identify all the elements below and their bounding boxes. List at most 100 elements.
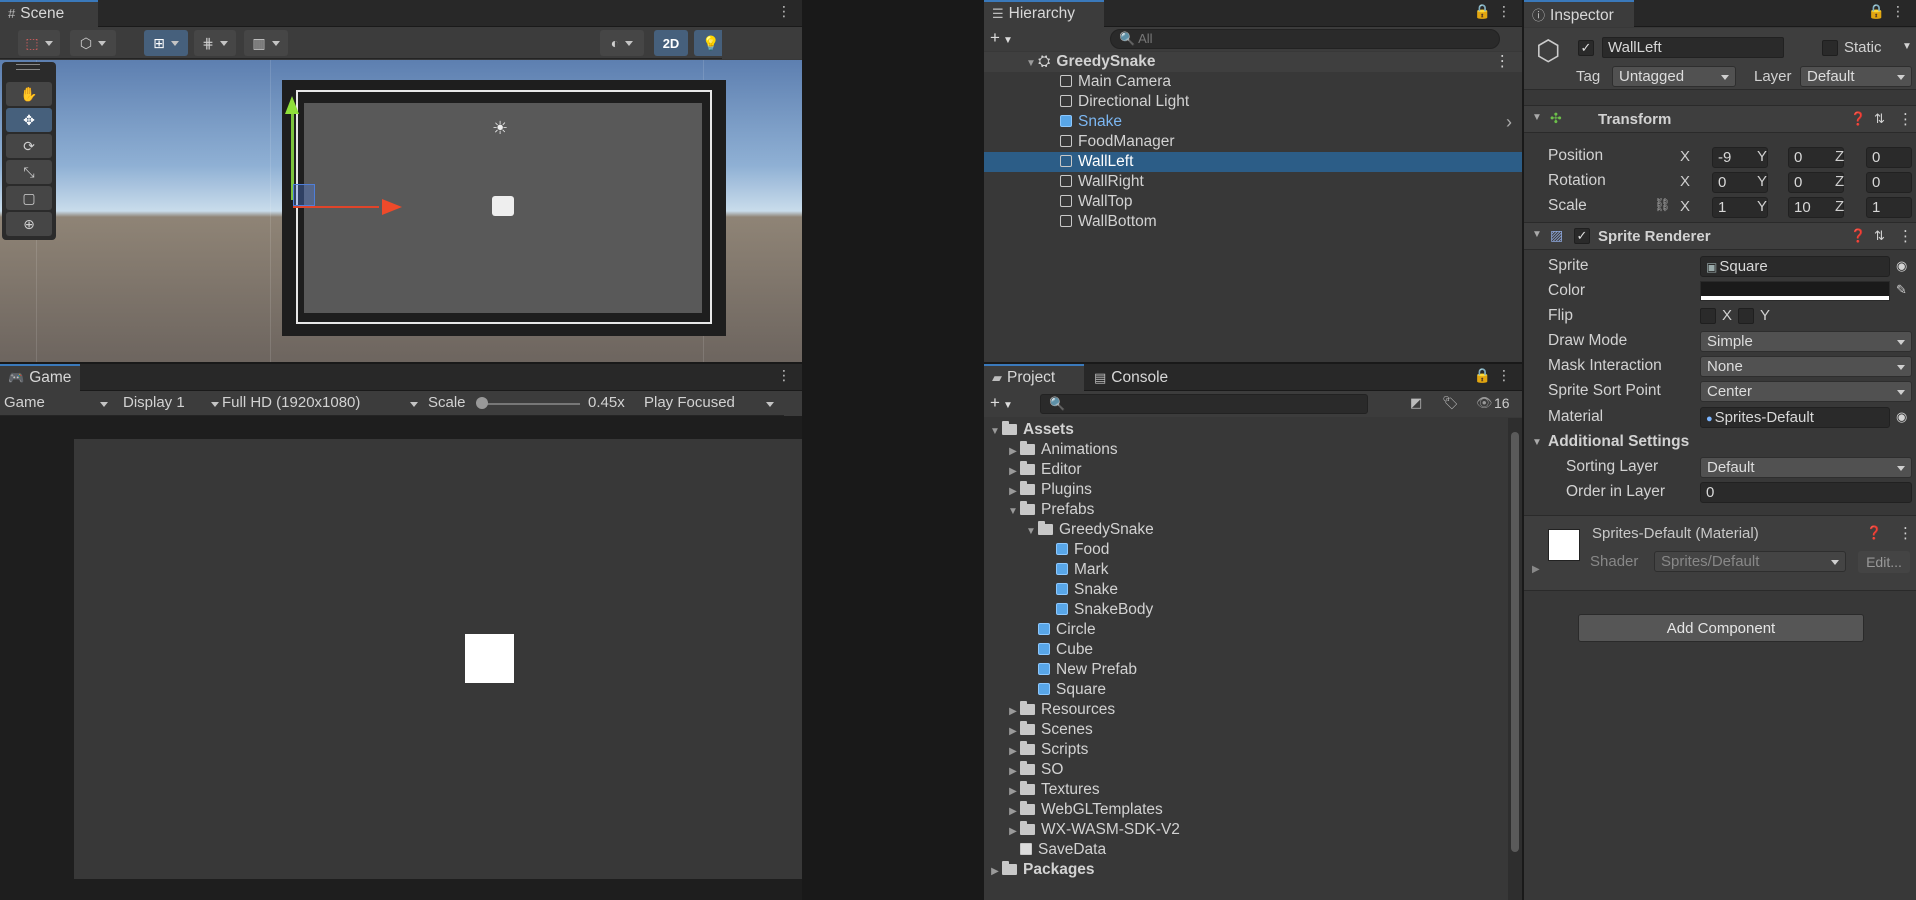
more-menu-icon[interactable]: ⋮ — [1898, 524, 1913, 542]
tab-hierarchy[interactable]: ☰ Hierarchy — [984, 0, 1104, 27]
lock-icon[interactable]: 🔒 — [1868, 3, 1886, 20]
more-menu-icon[interactable]: ⋮ — [1497, 367, 1512, 384]
position-x-axis-label[interactable]: X — [1680, 148, 1690, 165]
edit-shader-button[interactable]: Edit... — [1858, 551, 1910, 573]
create-add-button[interactable]: + ▼ — [990, 28, 1013, 48]
shader-dropdown[interactable]: Sprites/Default — [1654, 551, 1846, 572]
eyedropper-icon[interactable]: ✎ — [1896, 282, 1907, 298]
rotation-z-field[interactable]: 0 — [1866, 172, 1912, 193]
project-item[interactable]: ▶ Editor — [984, 460, 1508, 480]
hierarchy-item[interactable]: FoodManager — [984, 132, 1522, 152]
help-icon[interactable]: ❓ — [1850, 111, 1866, 127]
more-menu-icon[interactable]: ⋮ — [1898, 227, 1913, 245]
hierarchy-search-input[interactable]: 🔍 All — [1110, 29, 1500, 49]
project-item[interactable]: ▼ GreedySnake — [984, 520, 1508, 540]
foldout-arrow-icon[interactable]: ▼ — [1532, 229, 1542, 240]
rotation-y-axis-label[interactable]: Y — [1757, 173, 1767, 190]
foldout-arrow-icon[interactable]: ▼ — [1532, 112, 1542, 123]
project-root-assets[interactable]: ▼ Assets — [984, 420, 1508, 440]
scene-viewport[interactable]: ☀ — [0, 60, 802, 362]
scale-x-axis-label[interactable]: X — [1680, 198, 1690, 215]
grid-snap-button[interactable]: ⊞ — [144, 30, 188, 56]
project-item[interactable]: ▶ Plugins — [984, 480, 1508, 500]
position-z-field[interactable]: 0 — [1866, 147, 1912, 168]
material-object-field[interactable]: ● Sprites-Default — [1700, 407, 1890, 428]
expand-arrow-icon[interactable]: ▶ — [1006, 722, 1020, 742]
move-tool-button[interactable]: ✥ — [6, 108, 52, 132]
expand-arrow-icon[interactable]: ▶ — [1006, 462, 1020, 482]
toggle-2d-button[interactable]: 2D — [654, 30, 688, 56]
expand-arrow-icon[interactable]: ▼ — [1024, 522, 1038, 542]
project-item[interactable]: Circle — [984, 620, 1508, 640]
foldout-arrow-icon[interactable]: ▶ — [1532, 564, 1540, 575]
hierarchy-item[interactable]: WallRight — [984, 172, 1522, 192]
more-menu-icon[interactable]: ⋮ — [1495, 52, 1511, 72]
tab-console[interactable]: ▤ Console — [1086, 364, 1186, 391]
project-scrollbar[interactable] — [1508, 418, 1522, 900]
shading-mode-button[interactable]: ◐ — [600, 30, 644, 56]
object-picker-icon[interactable]: ◉ — [1896, 409, 1907, 425]
sun-icon[interactable]: ☀ — [492, 118, 508, 139]
expand-arrow-icon[interactable]: ▶ — [988, 862, 1002, 882]
increment-snap-button[interactable]: ⋕ — [194, 30, 236, 56]
render-mode-button[interactable]: ⬡ — [70, 30, 116, 56]
grid-visibility-button[interactable]: ▥ — [244, 30, 288, 56]
move-gizmo-x-arrow[interactable] — [382, 199, 402, 215]
scale-slider[interactable] — [480, 403, 580, 405]
foldout-arrow-icon[interactable]: ▼ — [1532, 437, 1542, 448]
presets-icon[interactable]: ⇅ — [1874, 111, 1885, 127]
expand-arrow-icon[interactable]: ▼ — [988, 422, 1002, 442]
project-item[interactable]: ▶ Resources — [984, 700, 1508, 720]
more-menu-icon[interactable]: ⋮ — [1898, 110, 1913, 128]
project-item[interactable]: ▶ WebGLTemplates — [984, 800, 1508, 820]
expand-arrow-icon[interactable]: ▶ — [1006, 702, 1020, 722]
search-by-type-icon[interactable]: ◩ — [1410, 395, 1422, 411]
expand-arrow-icon[interactable]: ▶ — [1006, 742, 1020, 762]
object-name-field[interactable]: WallLeft — [1602, 37, 1784, 58]
resolution-select[interactable]: Full HD (1920x1080) — [222, 394, 418, 411]
lock-icon[interactable]: 🔒 — [1474, 367, 1492, 384]
hierarchy-item[interactable]: WallLeft — [984, 152, 1522, 172]
expand-arrow-icon[interactable]: ▼ — [1006, 502, 1020, 522]
camera-gizmo-icon[interactable] — [492, 196, 514, 216]
sprite-sort-point-dropdown[interactable]: Center — [1700, 381, 1912, 402]
draw-mode-dropdown[interactable]: Simple — [1700, 331, 1912, 352]
more-menu-icon[interactable]: ⋮ — [1497, 3, 1512, 20]
constrain-proportions-icon[interactable]: ⛓ — [1654, 197, 1671, 213]
color-field[interactable] — [1700, 281, 1890, 301]
more-menu-icon[interactable]: ⋮ — [1891, 3, 1906, 20]
presets-icon[interactable]: ⇅ — [1874, 228, 1885, 244]
flip-y-checkbox[interactable] — [1738, 308, 1754, 324]
project-item[interactable]: Mark — [984, 560, 1508, 580]
component-enabled-checkbox[interactable]: ✓ — [1574, 228, 1590, 244]
scale-z-field[interactable]: 1 — [1866, 197, 1912, 218]
scrollbar-thumb[interactable] — [1511, 432, 1519, 852]
project-item[interactable]: ▶ Animations — [984, 440, 1508, 460]
sorting-layer-dropdown[interactable]: Default — [1700, 457, 1912, 478]
help-icon[interactable]: ❓ — [1850, 228, 1866, 244]
project-item[interactable]: Food — [984, 540, 1508, 560]
view-select[interactable]: Game — [4, 394, 110, 411]
position-y-axis-label[interactable]: Y — [1757, 148, 1767, 165]
project-item[interactable]: ▶ Scenes — [984, 720, 1508, 740]
expand-arrow-icon[interactable]: ▶ — [1006, 482, 1020, 502]
more-menu-icon[interactable]: ⋮ — [777, 3, 792, 20]
play-mode-select[interactable]: Play Focused — [644, 394, 774, 411]
hierarchy-item[interactable]: Main Camera — [984, 72, 1522, 92]
tab-scene[interactable]: # Scene — [0, 0, 98, 27]
project-item[interactable]: ▶ Textures — [984, 780, 1508, 800]
game-view[interactable] — [74, 439, 802, 879]
sprite-object-field[interactable]: ▣ Square — [1700, 256, 1890, 277]
move-gizmo-y-arrow[interactable] — [285, 96, 299, 114]
scale-slider-thumb[interactable] — [476, 397, 488, 409]
tab-game[interactable]: 🎮 Game — [0, 364, 80, 391]
scale-tool-button[interactable]: ⤡ — [6, 160, 52, 184]
hand-tool-button[interactable]: ✋ — [6, 82, 52, 106]
expand-arrow-icon[interactable]: ▶ — [1006, 802, 1020, 822]
project-item[interactable]: ▶ SO — [984, 760, 1508, 780]
open-prefab-chevron-icon[interactable]: › — [1506, 112, 1512, 132]
transform-tool-button[interactable]: ⊕ — [6, 212, 52, 236]
order-in-layer-field[interactable]: 0 — [1700, 482, 1912, 503]
expand-arrow-icon[interactable]: ▶ — [1006, 822, 1020, 842]
rect-tool-button[interactable]: ▢ — [6, 186, 52, 210]
